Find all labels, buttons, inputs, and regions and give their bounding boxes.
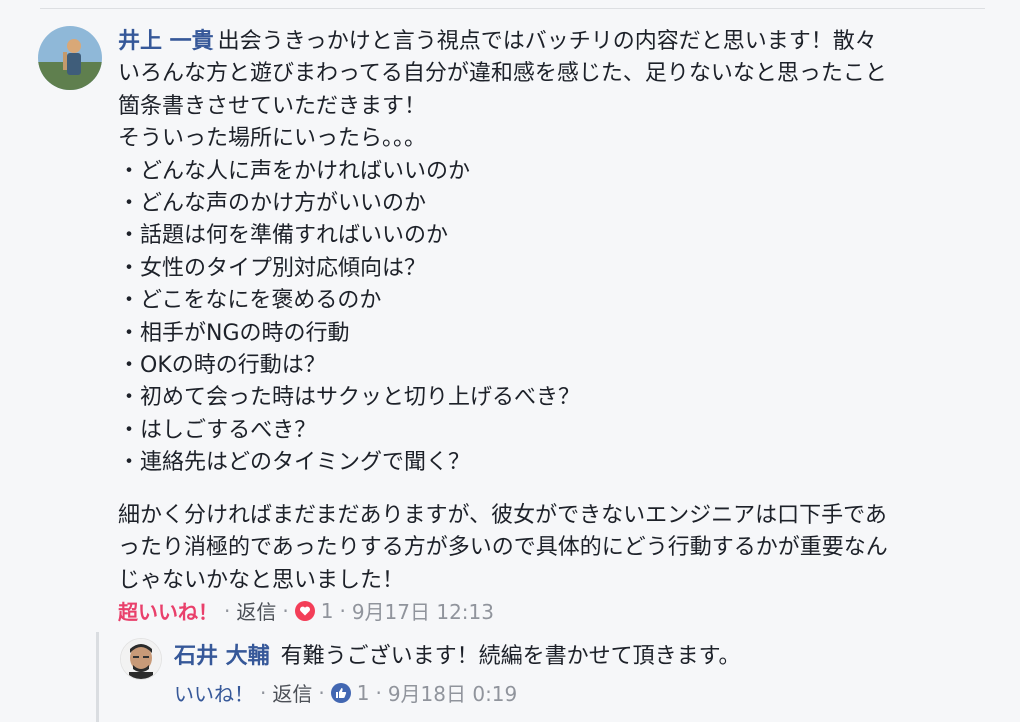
reply-author[interactable]: 石井 大輔 bbox=[174, 644, 270, 669]
like-thumb-icon[interactable] bbox=[330, 682, 351, 703]
reply-thread-line bbox=[96, 632, 99, 722]
separator: · bbox=[375, 680, 382, 705]
separator: · bbox=[260, 680, 267, 705]
comment-line: ったり消極的であったりする方が多いので具体的にどう行動するかが重要なん bbox=[118, 535, 888, 561]
list-item: ・どんな声のかけ方がいいのか bbox=[118, 191, 427, 217]
comment-body: 井上 一貴 出会うきっかけと言う視点ではバッチリの内容だと思います！散々 いろんな… bbox=[118, 26, 978, 597]
reply-actions: いいね！ · 返信 · 1 · 9月18日 0:19 bbox=[174, 678, 517, 707]
comment-line: じゃないかなと思いました！ bbox=[118, 567, 405, 593]
list-item: ・どんな人に声をかければいいのか bbox=[118, 158, 471, 184]
reaction-count[interactable]: 1 bbox=[321, 599, 334, 623]
list-item: ・連絡先はどのタイミングで聞く？ bbox=[118, 450, 471, 476]
reply-button[interactable]: 返信 bbox=[236, 596, 276, 625]
comment-timestamp[interactable]: 9月17日 12:13 bbox=[352, 596, 494, 625]
super-like-button[interactable]: 超いいね！ bbox=[118, 596, 218, 625]
reply-button[interactable]: 返信 bbox=[272, 678, 312, 707]
divider bbox=[40, 8, 985, 9]
reply-text: 石井 大輔 有難うございます！続編を書かせて頂きます。 bbox=[174, 638, 740, 670]
like-button[interactable]: いいね！ bbox=[174, 678, 254, 707]
separator: · bbox=[339, 598, 346, 623]
reaction-count[interactable]: 1 bbox=[357, 681, 370, 705]
list-item: ・OKの時の行動は？ bbox=[118, 353, 326, 379]
reply-message: 有難うございます！続編を書かせて頂きます。 bbox=[280, 644, 741, 669]
comment-author[interactable]: 井上 一貴 bbox=[118, 29, 214, 54]
list-item: ・はしごするべき？ bbox=[118, 417, 317, 443]
comment-actions: 超いいね！ · 返信 · 1 · 9月17日 12:13 bbox=[118, 596, 494, 625]
list-item: ・相手がNGの時の行動 bbox=[118, 320, 350, 346]
comment-line: 細かく分ければまだまだありますが、彼女ができないエンジニアは口下手であ bbox=[118, 502, 887, 528]
list-item: ・話題は何を準備すればいいのか bbox=[118, 223, 449, 249]
comment-line: そういった場所にいったら。。。 bbox=[118, 126, 427, 152]
comment-line: 箇条書きさせていただきます！ bbox=[118, 93, 427, 119]
separator: · bbox=[224, 598, 231, 623]
list-item: ・初めて会った時はサクッと切り上げるべき？ bbox=[118, 385, 581, 411]
comment-text: 井上 一貴 出会うきっかけと言う視点ではバッチリの内容だと思います！散々 いろんな… bbox=[118, 26, 978, 597]
heart-icon[interactable] bbox=[294, 600, 315, 621]
list-item: ・どこをなにを褒めるのか bbox=[118, 288, 382, 314]
reply-timestamp[interactable]: 9月18日 0:19 bbox=[388, 678, 517, 707]
list-item: ・女性のタイプ別対応傾向は？ bbox=[118, 255, 427, 281]
comment-line: いろんな方と遊びまわってる自分が違和感を感じた、足りないなと思ったこと bbox=[118, 61, 887, 87]
comment-line-text: 出会うきっかけと言う視点ではバッチリの内容だと思います！散々 bbox=[217, 29, 877, 54]
replier-avatar[interactable] bbox=[120, 638, 162, 680]
commenter-avatar[interactable] bbox=[38, 26, 102, 90]
separator: · bbox=[282, 598, 289, 623]
comment-line: 井上 一貴 出会うきっかけと言う視点ではバッチリの内容だと思います！散々 bbox=[118, 26, 978, 58]
separator: · bbox=[318, 680, 325, 705]
